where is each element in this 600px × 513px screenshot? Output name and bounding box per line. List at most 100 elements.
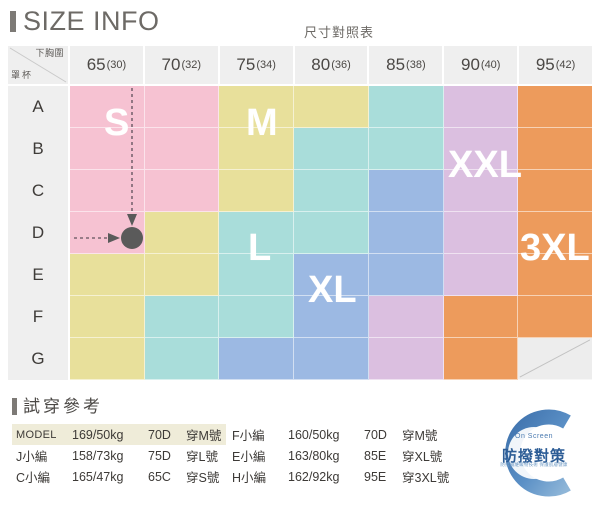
column-header-sub-2: (34) — [256, 59, 276, 71]
table-row: B — [8, 128, 593, 170]
size-cell-e-70[interactable] — [144, 254, 220, 296]
brand-logo: On Screen 防撥對策 防撥纖維織物技術 保護肌膚健康 — [482, 404, 586, 502]
table-row: D — [8, 212, 593, 254]
page-title: SIZE INFO — [10, 8, 160, 35]
size-cell-d-80[interactable] — [294, 212, 369, 254]
column-header-main-0: 65 — [86, 55, 106, 74]
fitting-who-3: F小編 — [232, 429, 265, 443]
size-cell-d-85[interactable] — [368, 212, 444, 254]
size-cell-a-80[interactable] — [294, 86, 369, 128]
size-cell-d-65[interactable] — [70, 212, 145, 254]
fitting-who-0: MODEL — [16, 428, 57, 441]
table-row: G — [8, 338, 593, 380]
size-cell-c-90[interactable] — [443, 170, 519, 212]
fitting-suggest-1: 穿L號 — [186, 450, 218, 464]
column-header-5: 90 (40) — [444, 46, 518, 84]
table-row: A — [8, 86, 593, 128]
size-cell-a-70[interactable] — [144, 86, 220, 128]
column-header-main-6: 95 — [535, 55, 555, 74]
size-cell-a-90[interactable] — [443, 86, 519, 128]
fitting-who-2: C小編 — [16, 471, 51, 485]
size-cell-a-85[interactable] — [368, 86, 444, 128]
fitting-row-f: F小編 160/50kg 70D 穿M號 — [228, 424, 478, 445]
size-cell-e-80[interactable] — [294, 254, 369, 296]
fitting-suggest-2: 穿S號 — [186, 471, 220, 485]
size-cell-g-85[interactable] — [368, 338, 444, 380]
fitting-measure-1: 158/73kg — [72, 448, 124, 463]
size-cell-f-70[interactable] — [144, 296, 220, 338]
column-header-main-3: 80 — [311, 55, 331, 74]
size-cell-b-75[interactable] — [219, 128, 295, 170]
column-header-main-4: 85 — [386, 55, 406, 74]
size-cell-d-75[interactable] — [219, 212, 295, 254]
size-cell-b-95[interactable] — [518, 128, 593, 170]
size-cell-c-95[interactable] — [518, 170, 593, 212]
size-cell-a-75[interactable] — [219, 86, 295, 128]
size-cell-g-70[interactable] — [144, 338, 220, 380]
column-header-2: 75 (34) — [219, 46, 293, 84]
size-cell-c-75[interactable] — [219, 170, 295, 212]
size-cell-d-90[interactable] — [443, 212, 519, 254]
size-cell-e-65[interactable] — [70, 254, 145, 296]
size-cell-e-95[interactable] — [518, 254, 593, 296]
column-header-main-2: 75 — [236, 55, 256, 74]
row-header-d: D — [8, 212, 68, 254]
size-cell-f-95[interactable] — [518, 296, 593, 338]
page-subtitle: 尺寸對照表 — [304, 25, 375, 40]
size-cell-f-65[interactable] — [70, 296, 145, 338]
size-cell-c-80[interactable] — [294, 170, 369, 212]
column-header-sub-5: (40) — [480, 59, 501, 71]
size-cell-g-90[interactable] — [443, 338, 519, 380]
size-cell-f-75[interactable] — [219, 296, 295, 338]
size-cell-f-80[interactable] — [294, 296, 369, 338]
table-row: E — [8, 254, 593, 296]
fitting-suggest-3: 穿M號 — [402, 429, 438, 443]
row-header-g: G — [8, 338, 68, 380]
row-header-f: F — [8, 296, 68, 338]
fitting-cup-2: 65C — [148, 469, 171, 484]
size-cell-f-90[interactable] — [443, 296, 519, 338]
fitting-right-column: F小編 160/50kg 70D 穿M號 E小編 163/80kg 85E 穿X… — [228, 424, 478, 487]
size-cell-e-75[interactable] — [219, 254, 295, 296]
size-cell-d-70[interactable] — [144, 212, 220, 254]
fitting-suggest-4: 穿XL號 — [402, 450, 443, 464]
size-cell-g-95[interactable] — [518, 338, 593, 380]
fitting-section-title-text: 試穿參考 — [23, 397, 103, 416]
table-row: C — [8, 170, 593, 212]
size-cell-a-65[interactable] — [70, 86, 145, 128]
fitting-cup-1: 75D — [148, 448, 171, 463]
size-cell-b-85[interactable] — [368, 128, 444, 170]
size-cell-b-65[interactable] — [70, 128, 145, 170]
size-cell-e-85[interactable] — [368, 254, 444, 296]
underbust-label: 下胸圍 — [35, 48, 64, 58]
size-cell-c-70[interactable] — [144, 170, 220, 212]
size-cell-b-70[interactable] — [144, 128, 220, 170]
size-cell-g-80[interactable] — [294, 338, 369, 380]
table-corner-cell: 下胸圍 罩杯 — [8, 46, 68, 84]
fitting-row-e: E小編 163/80kg 85E 穿XL號 — [228, 445, 478, 466]
table-header-row: 下胸圍 罩杯 65 (30) 70 (32) 75 (34) 80 (36) 85 (38… — [8, 46, 593, 84]
fitting-reference-section: 試穿參考 MODEL 169/50kg 70D 穿M號 J小編 158/73kg… — [0, 392, 600, 513]
size-cell-d-95[interactable] — [518, 212, 593, 254]
size-cell-a-95[interactable] — [518, 86, 593, 128]
column-header-sub-4: (38) — [406, 59, 426, 71]
row-header-a: A — [8, 86, 68, 128]
size-cell-f-85[interactable] — [368, 296, 444, 338]
table-body: ABCDEFG — [8, 86, 593, 380]
row-header-b: B — [8, 128, 68, 170]
column-header-sub-6: (42) — [555, 59, 576, 71]
column-header-4: 85 (38) — [369, 46, 443, 84]
size-cell-c-85[interactable] — [368, 170, 444, 212]
fitting-suggest-0: 穿M號 — [186, 429, 222, 443]
size-cell-b-90[interactable] — [443, 128, 519, 170]
fitting-who-5: H小編 — [232, 471, 267, 485]
size-cell-g-65[interactable] — [70, 338, 145, 380]
size-cell-g-75[interactable] — [219, 338, 295, 380]
size-cell-e-90[interactable] — [443, 254, 519, 296]
column-header-6: 95 (42) — [519, 46, 593, 84]
size-cell-c-65[interactable] — [70, 170, 145, 212]
fitting-left-column: MODEL 169/50kg 70D 穿M號 J小編 158/73kg 75D … — [12, 424, 226, 487]
size-cell-b-80[interactable] — [294, 128, 369, 170]
fitting-who-1: J小編 — [16, 450, 48, 464]
row-header-e: E — [8, 254, 68, 296]
